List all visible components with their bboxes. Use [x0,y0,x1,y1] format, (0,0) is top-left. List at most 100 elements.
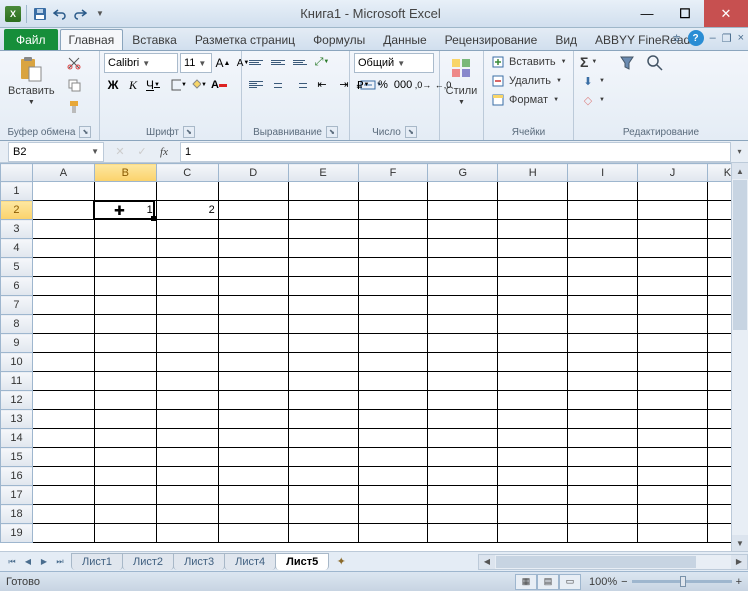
cell[interactable] [568,410,638,429]
cell[interactable] [358,524,428,543]
cell[interactable] [358,277,428,296]
app-icon[interactable]: X [4,5,22,23]
insert-cells-button[interactable]: Вставить▼ [488,53,569,71]
cell[interactable] [498,486,568,505]
cell[interactable] [428,410,498,429]
column-header[interactable]: F [358,164,428,182]
cell[interactable] [638,410,708,429]
cell[interactable] [94,467,156,486]
zoom-out-icon[interactable]: − [621,576,627,588]
cell[interactable] [218,296,288,315]
orientation-icon[interactable]: ⤢▼ [312,53,332,71]
cell[interactable] [156,239,218,258]
cell[interactable] [218,182,288,201]
cell[interactable] [218,410,288,429]
zoom-in-icon[interactable]: + [736,576,742,588]
cell[interactable] [94,277,156,296]
paste-button[interactable]: Вставить ▼ [4,53,59,108]
ribbon-tab[interactable]: Рецензирование [436,29,547,50]
cell[interactable] [638,334,708,353]
column-header[interactable]: H [498,164,568,182]
cell[interactable] [32,353,94,372]
undo-icon[interactable] [51,5,69,23]
win-restore-icon[interactable]: ❐ [722,32,732,45]
cell[interactable] [218,429,288,448]
cell[interactable] [428,429,498,448]
cell[interactable] [638,258,708,277]
row-header[interactable]: 18 [1,505,33,524]
cell[interactable] [428,182,498,201]
normal-view-icon[interactable]: ▦ [515,574,537,590]
cell[interactable] [428,334,498,353]
underline-button[interactable]: Ч▼ [144,76,162,94]
alignment-launcher[interactable]: ⬊ [326,126,338,138]
cell[interactable] [638,505,708,524]
cell[interactable] [156,486,218,505]
enter-formula-icon[interactable]: ✓ [132,143,152,161]
cell[interactable] [156,410,218,429]
minimize-button[interactable]: — [628,0,666,27]
cell[interactable] [498,524,568,543]
column-header[interactable]: B [94,164,156,182]
cell[interactable] [498,201,568,220]
horizontal-scrollbar[interactable]: ◀ ▶ [478,554,748,570]
cell[interactable] [498,182,568,201]
cell[interactable] [498,448,568,467]
cell[interactable] [94,410,156,429]
column-header[interactable]: C [156,164,218,182]
cell[interactable] [94,182,156,201]
cell[interactable] [428,201,498,220]
cell[interactable] [32,296,94,315]
cell[interactable] [358,201,428,220]
cell[interactable] [358,410,428,429]
cell[interactable] [288,448,358,467]
align-top-icon[interactable] [246,53,266,71]
row-header[interactable]: 6 [1,277,33,296]
cell[interactable] [428,315,498,334]
row-header[interactable]: 2 [1,201,33,220]
cell[interactable] [428,258,498,277]
cell[interactable] [428,467,498,486]
sheet-nav-last-icon[interactable]: ⏭ [52,554,68,570]
cell[interactable] [638,391,708,410]
cell[interactable] [288,486,358,505]
cell[interactable] [32,505,94,524]
cell[interactable] [288,258,358,277]
cell[interactable] [498,296,568,315]
cell[interactable] [638,429,708,448]
cell[interactable] [156,372,218,391]
cell[interactable] [288,277,358,296]
zoom-slider[interactable] [632,580,732,583]
align-left-icon[interactable] [246,75,266,93]
cell[interactable] [568,353,638,372]
cell[interactable] [428,486,498,505]
decrease-indent-icon[interactable]: ⇤ [312,75,332,93]
cell[interactable] [32,334,94,353]
column-header[interactable]: I [568,164,638,182]
delete-cells-button[interactable]: Удалить▼ [488,72,569,90]
cell[interactable] [156,258,218,277]
cell[interactable] [288,467,358,486]
align-right-icon[interactable] [290,75,310,93]
cell[interactable] [32,258,94,277]
cell[interactable] [358,353,428,372]
cell[interactable] [428,372,498,391]
number-launcher[interactable]: ⬊ [405,126,417,138]
cell[interactable] [156,315,218,334]
cell[interactable] [156,391,218,410]
sheet-tab[interactable]: Лист5 [275,553,329,570]
page-layout-view-icon[interactable]: ▤ [537,574,559,590]
cell[interactable] [156,220,218,239]
cell[interactable] [638,372,708,391]
row-header[interactable]: 7 [1,296,33,315]
cell[interactable] [498,372,568,391]
row-header[interactable]: 12 [1,391,33,410]
cell[interactable] [568,448,638,467]
sheet-tab[interactable]: Лист4 [224,553,276,570]
cell[interactable] [358,315,428,334]
cell[interactable] [568,201,638,220]
cell[interactable] [358,486,428,505]
cell[interactable] [288,391,358,410]
cell[interactable] [568,258,638,277]
win-close-icon[interactable]: × [738,32,744,44]
